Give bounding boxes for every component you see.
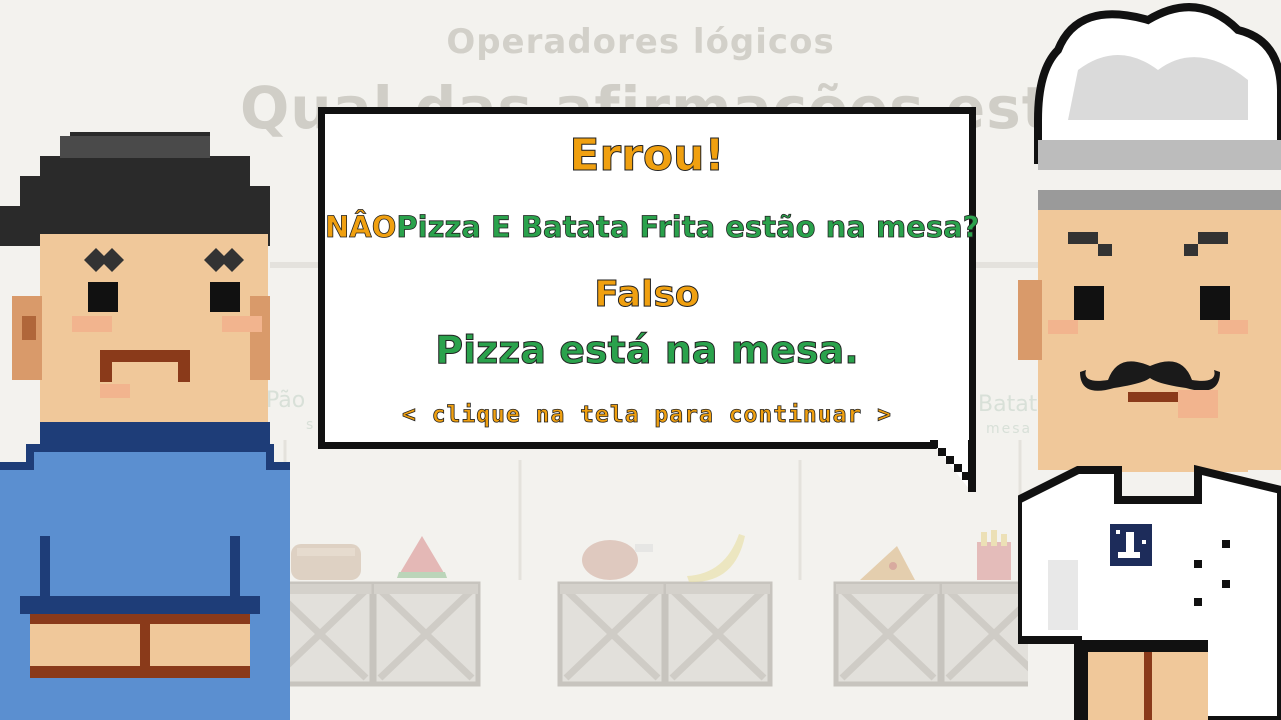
crate-icon (374, 584, 478, 684)
background-option-left-sub: s (306, 417, 316, 433)
chicken-icon (582, 540, 653, 580)
crate-icon (666, 584, 770, 684)
food-items (291, 530, 1011, 583)
dialog-tail (930, 440, 976, 492)
crate-icon (560, 584, 664, 684)
feedback-dialog[interactable]: Errou! NÂOPizza E Batata Frita estão na … (318, 107, 980, 449)
feedback-headline: Errou! (569, 130, 725, 182)
watermelon-icon (397, 536, 447, 578)
proposition-text: Pizza E Batata Frita estão na mesa? (396, 210, 980, 245)
crates-row (268, 578, 1028, 720)
banana-icon (687, 534, 745, 583)
chef-badge-icon (1110, 524, 1152, 566)
crate-icon (836, 584, 940, 684)
chef-character (1018, 3, 1281, 720)
feedback-proposition: NÂOPizza E Batata Frita estão na mesa? (325, 210, 980, 245)
fries-icon (977, 530, 1011, 580)
pizza-icon (860, 546, 915, 580)
player-character (0, 132, 290, 720)
truth-value: Falso (594, 274, 700, 316)
proposition-not: NÂO (325, 210, 397, 245)
continue-hint[interactable]: < clique na tela para continuar > (325, 402, 969, 429)
bread-icon (291, 544, 361, 580)
game-screen[interactable]: Operadores lógicos Qual das afirmações e… (0, 0, 1281, 720)
crate-icon (942, 584, 1028, 684)
feedback-explanation: Pizza está na mesa. (435, 328, 859, 373)
